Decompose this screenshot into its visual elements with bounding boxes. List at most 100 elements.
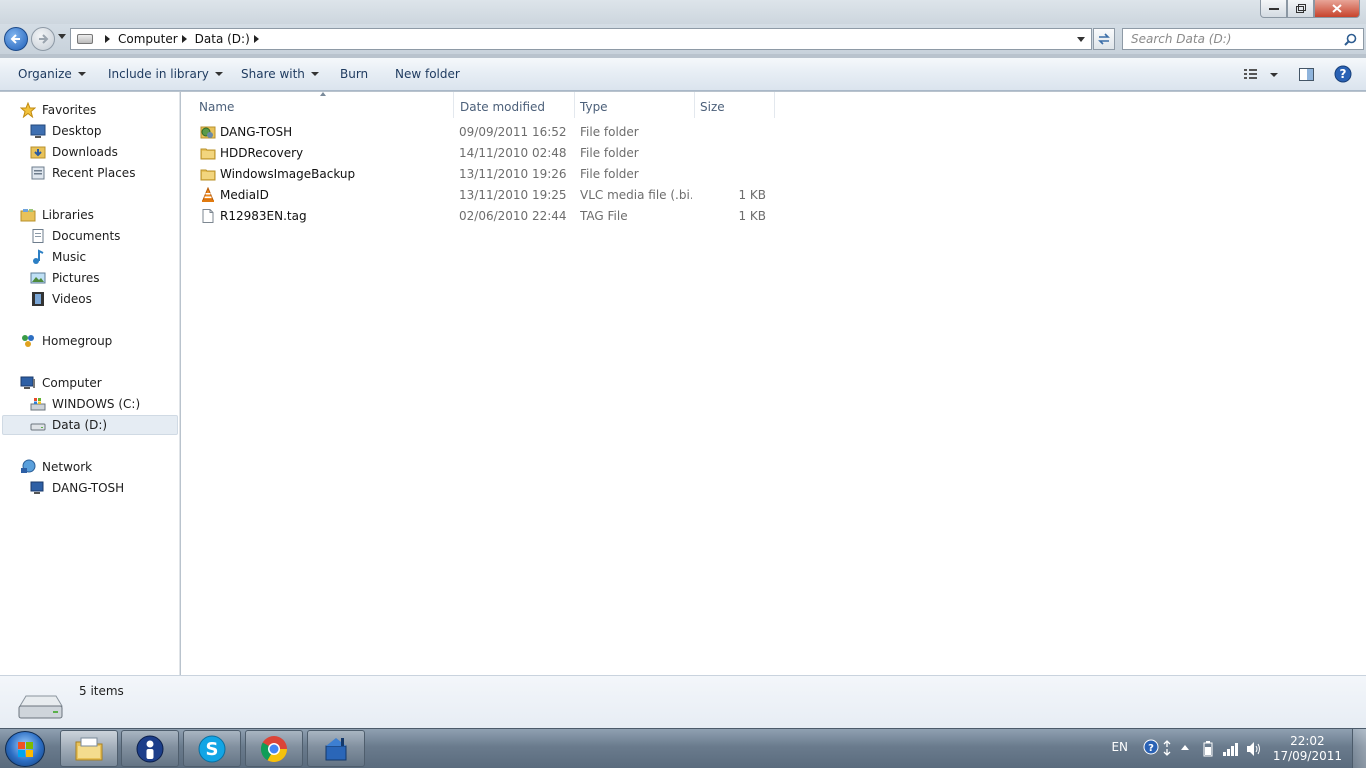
sidebar-label-pictures: Pictures <box>52 271 100 285</box>
preview-pane-button[interactable] <box>1298 65 1316 86</box>
sidebar-item-favorites[interactable]: Favorites <box>20 100 96 120</box>
battery-icon[interactable] <box>1202 740 1214 758</box>
burn-button[interactable]: Burn <box>340 67 368 81</box>
column-header-date[interactable]: Date modified <box>454 96 574 118</box>
sidebar-item-music[interactable]: Music <box>30 247 86 267</box>
table-row[interactable]: DANG-TOSH 09/09/2011 16:52 File folder <box>181 122 781 143</box>
signal-strength-icon[interactable] <box>1222 741 1240 757</box>
file-name: WindowsImageBackup <box>220 167 356 181</box>
sidebar-item-downloads[interactable]: Downloads <box>30 142 118 162</box>
address-dropdown-icon[interactable] <box>1077 37 1085 42</box>
sidebar-item-computer[interactable]: Computer <box>20 373 102 393</box>
organize-button[interactable]: Organize <box>18 67 86 81</box>
skype-icon: S <box>198 735 226 762</box>
chevron-right-icon[interactable] <box>181 35 187 43</box>
sidebar-item-recent-places[interactable]: Recent Places <box>30 163 135 183</box>
column-header-name[interactable]: Name <box>193 96 453 118</box>
windows-explorer-icon <box>75 737 103 760</box>
view-options-button[interactable] <box>1243 65 1283 86</box>
show-desktop-button[interactable] <box>1352 729 1366 768</box>
refresh-icon <box>1098 33 1110 45</box>
volume-icon[interactable] <box>1246 741 1262 757</box>
search-box[interactable] <box>1122 28 1364 50</box>
help-icon[interactable]: ? <box>1143 739 1159 755</box>
sidebar-item-libraries[interactable]: Libraries <box>20 205 94 225</box>
navigation-pane: Favorites Desktop Downloads Recent Place… <box>0 92 180 675</box>
taskbar-skype-button[interactable]: S <box>183 730 241 767</box>
sync-icon[interactable] <box>1162 739 1172 757</box>
refresh-button[interactable] <box>1093 28 1115 50</box>
chevron-right-icon[interactable] <box>105 35 110 43</box>
back-button[interactable] <box>4 27 28 51</box>
taskbar-chrome-button[interactable] <box>245 730 303 767</box>
include-in-library-button[interactable]: Include in library <box>108 67 223 81</box>
maximize-button[interactable] <box>1287 0 1314 18</box>
taskbar-user-app-button[interactable] <box>121 730 179 767</box>
help-button[interactable]: ? <box>1334 65 1352 86</box>
back-arrow-icon <box>10 34 20 44</box>
column-header-type[interactable]: Type <box>574 96 694 118</box>
command-bar: Organize Include in library Share with B… <box>0 58 1366 91</box>
file-date: 13/11/2010 19:26 <box>459 167 567 181</box>
address-bar[interactable]: Computer Data (D:) <box>70 28 1092 50</box>
drive-icon <box>30 417 46 433</box>
computer-icon <box>30 480 46 496</box>
folder-icon <box>200 169 216 181</box>
table-row[interactable]: HDDRecovery 14/11/2010 02:48 File folder <box>181 143 781 164</box>
sidebar-item-data-d[interactable]: Data (D:) <box>30 415 107 435</box>
sidebar-label-dang-tosh: DANG-TOSH <box>52 481 125 495</box>
chevron-right-icon[interactable] <box>253 35 259 43</box>
breadcrumb-data-d[interactable]: Data (D:) <box>195 32 250 46</box>
share-with-button[interactable]: Share with <box>241 67 319 81</box>
drive-icon <box>77 34 93 44</box>
sidebar-label-videos: Videos <box>52 292 92 306</box>
table-row[interactable]: R12983EN.tag 02/06/2010 22:44 TAG File 1… <box>181 206 781 227</box>
sidebar-item-documents[interactable]: Documents <box>30 226 120 246</box>
clock[interactable]: 22:02 17/09/2011 <box>1273 734 1342 764</box>
recent-pages-dropdown[interactable] <box>58 34 66 39</box>
file-date: 09/09/2011 16:52 <box>459 125 567 139</box>
windows-logo-icon <box>18 742 33 757</box>
taskbar-remote-app-button[interactable] <box>307 730 365 767</box>
search-input[interactable] <box>1131 32 1331 46</box>
minimize-icon <box>1268 7 1279 10</box>
file-name: DANG-TOSH <box>220 125 293 139</box>
new-folder-button[interactable]: New folder <box>395 67 460 81</box>
minimize-button[interactable] <box>1260 0 1287 18</box>
column-header-size[interactable]: Size <box>694 96 774 118</box>
file-type: File folder <box>580 146 639 160</box>
title-bar <box>0 0 1366 24</box>
sidebar-item-videos[interactable]: Videos <box>30 289 92 309</box>
search-icon[interactable] <box>1344 33 1357 46</box>
chevron-up-icon[interactable] <box>1180 743 1190 751</box>
file-name: R12983EN.tag <box>220 209 307 223</box>
column-type-label: Type <box>580 100 608 114</box>
svg-text:S: S <box>206 739 219 760</box>
taskbar-explorer-button[interactable] <box>60 730 118 767</box>
star-icon <box>20 102 36 118</box>
breadcrumb-computer[interactable]: Computer <box>118 32 178 46</box>
start-button[interactable] <box>5 731 45 767</box>
sidebar-item-homegroup[interactable]: Homegroup <box>20 331 112 351</box>
language-indicator[interactable]: EN <box>1111 740 1128 754</box>
sidebar-item-windows-c[interactable]: WINDOWS (C:) <box>30 394 140 414</box>
clock-date: 17/09/2011 <box>1272 749 1342 763</box>
drive-icon <box>18 695 63 719</box>
column-divider[interactable] <box>774 92 775 118</box>
sidebar-item-dang-tosh[interactable]: DANG-TOSH <box>30 478 124 498</box>
chevron-down-icon <box>214 72 223 76</box>
file-type: File folder <box>580 125 639 139</box>
close-button[interactable] <box>1314 0 1360 18</box>
svg-text:?: ? <box>1340 67 1347 81</box>
sidebar-item-pictures[interactable]: Pictures <box>30 268 100 288</box>
sidebar-item-desktop[interactable]: Desktop <box>30 121 102 141</box>
table-row[interactable]: WindowsImageBackup 13/11/2010 19:26 File… <box>181 164 781 185</box>
sidebar-item-network[interactable]: Network <box>20 457 92 477</box>
table-row[interactable]: MediaID 13/11/2010 19:25 VLC media file … <box>181 185 781 206</box>
window-controls <box>1260 0 1360 18</box>
sidebar-label-desktop: Desktop <box>52 124 102 138</box>
forward-arrow-icon <box>39 34 49 44</box>
file-size: 1 KB <box>738 188 766 202</box>
file-type: File folder <box>580 167 639 181</box>
forward-button[interactable] <box>31 27 55 51</box>
